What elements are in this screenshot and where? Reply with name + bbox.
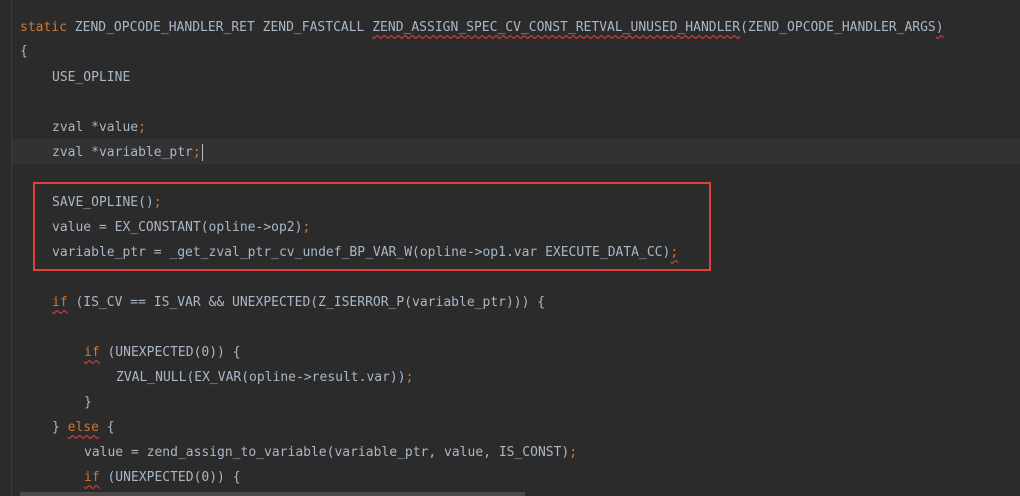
code-line-14: if (UNEXPECTED(0)) {	[20, 340, 241, 365]
decl-value: zval *value	[52, 120, 139, 135]
code-line-6: zval *variable_ptr;	[20, 140, 203, 165]
if-condition: (UNEXPECTED(0)) {	[99, 345, 241, 360]
gutter-divider	[11, 0, 12, 496]
if-condition: (IS_CV == IS_VAR && UNEXPECTED(Z_ISERROR…	[67, 295, 546, 310]
code-line-15: ZVAL_NULL(EX_VAR(opline->result.var));	[20, 365, 413, 390]
close-brace: }	[84, 395, 92, 410]
zval-null-call: ZVAL_NULL(EX_VAR(opline->result.var))	[116, 370, 406, 385]
decl-variable-ptr: zval *variable_ptr	[52, 145, 193, 160]
use-opline: USE_OPLINE	[52, 70, 131, 85]
open-brace: {	[20, 44, 28, 59]
highlight-box	[33, 182, 711, 271]
code-line-19: if (UNEXPECTED(0)) {	[20, 465, 241, 490]
if-condition: (UNEXPECTED(0)) {	[99, 470, 241, 485]
close-brace: }	[52, 420, 68, 435]
function-args: (ZEND_OPCODE_HANDLER_ARGS	[740, 20, 936, 35]
keyword-else: else	[67, 420, 99, 435]
keyword-if: if	[84, 470, 100, 485]
keyword-static: static	[20, 20, 67, 35]
semicolon: ;	[192, 145, 201, 160]
code-editor[interactable]: static ZEND_OPCODE_HANDLER_RET ZEND_FAST…	[0, 0, 1020, 496]
horizontal-scrollbar[interactable]	[20, 492, 525, 496]
code-line-12: if (IS_CV == IS_VAR && UNEXPECTED(Z_ISER…	[20, 290, 545, 315]
semicolon: ;	[405, 370, 414, 385]
code-line-5: zval *value;	[20, 115, 146, 140]
assign-to-variable-call: value = zend_assign_to_variable(variable…	[84, 445, 570, 460]
text-caret	[201, 144, 203, 161]
code-line-17: } else {	[20, 415, 115, 440]
code-line-1: static ZEND_OPCODE_HANDLER_RET ZEND_FAST…	[20, 15, 944, 40]
code-line-18: value = zend_assign_to_variable(variable…	[20, 440, 577, 465]
function-signature: ZEND_OPCODE_HANDLER_RET ZEND_FASTCALL	[66, 20, 373, 35]
keyword-if: if	[84, 345, 100, 360]
keyword-if: if	[52, 295, 68, 310]
function-args-close: )	[935, 20, 944, 35]
code-line-16: }	[20, 390, 92, 415]
code-line-2: {	[20, 39, 28, 64]
open-brace: {	[98, 420, 115, 435]
code-line-3: USE_OPLINE	[20, 65, 130, 90]
function-name: ZEND_ASSIGN_SPEC_CV_CONST_RETVAL_UNUSED_…	[372, 20, 741, 35]
semicolon: ;	[138, 120, 146, 135]
semicolon: ;	[569, 445, 578, 460]
